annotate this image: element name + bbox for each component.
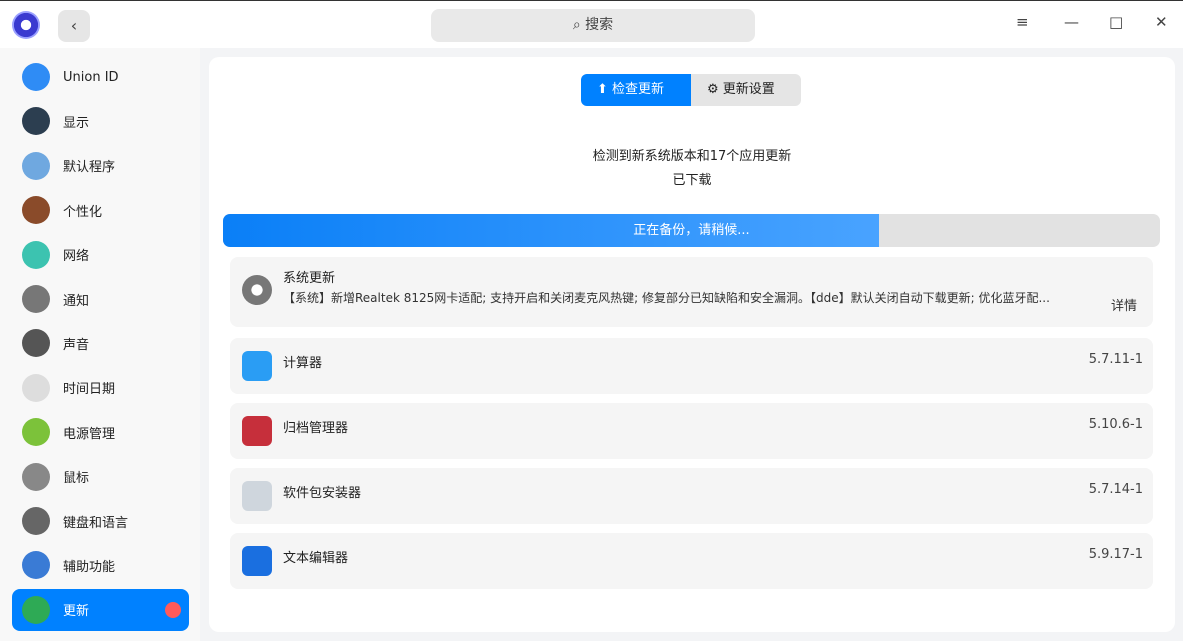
tab-update-settings[interactable]: ⚙ 更新设置 <box>691 74 801 106</box>
app-name: 文本编辑器 <box>283 551 349 566</box>
back-button[interactable]: ‹ <box>58 10 90 42</box>
sidebar-item-label: 键盘和语言 <box>63 515 129 531</box>
app-name: 归档管理器 <box>283 421 349 436</box>
progress-bar: 正在备份，请稍候... <box>223 214 1160 247</box>
sidebar: Union ID 显示默认程序个性化网络通知声音时间日期电源管理鼠标键盘和语言辅助… <box>0 48 200 641</box>
tab-check-updates[interactable]: ⬆ 检查更新 <box>581 74 691 106</box>
system-update-description: 【系统】新增Realtek 8125网卡适配; 支持开启和关闭麦克风热键; 修复… <box>283 291 1050 305</box>
app-update-row: 文本编辑器 5.9.17-1 <box>230 533 1153 589</box>
sidebar-item-icon <box>22 595 50 624</box>
sidebar-item-label: 默认程序 <box>63 160 116 176</box>
app-icon <box>242 546 272 576</box>
app-name: 计算器 <box>283 356 323 371</box>
app-version: 5.9.17-1 <box>1088 547 1143 562</box>
sidebar-item-icon <box>22 329 50 358</box>
system-update-title: 系统更新 <box>283 271 336 286</box>
progress-label: 正在备份，请稍候... <box>633 223 750 238</box>
sidebar-item-label: 辅助功能 <box>63 559 116 575</box>
details-link[interactable]: 详情 <box>1111 295 1137 314</box>
gear-icon: ⚙ <box>707 82 723 97</box>
app-version: 5.10.6-1 <box>1088 417 1143 432</box>
sidebar-item-label: 通知 <box>63 293 90 309</box>
sidebar-item-label: 个性化 <box>63 204 103 220</box>
sidebar-item-icon <box>22 107 50 136</box>
sidebar-item[interactable]: 鼠标 <box>12 456 189 498</box>
sidebar-item-icon <box>22 462 50 491</box>
sidebar-item-label: 声音 <box>63 337 90 353</box>
sidebar-item[interactable]: 网络 <box>12 234 189 276</box>
sidebar-item-label: 更新 <box>63 604 90 620</box>
sidebar-item[interactable]: 默认程序 <box>12 145 189 187</box>
sidebar-item[interactable]: 更新 <box>12 588 189 631</box>
app-update-row: 软件包安装器 5.7.14-1 <box>230 468 1153 524</box>
close-button[interactable]: ✕ <box>1155 13 1168 31</box>
sidebar-item[interactable]: 时间日期 <box>12 367 189 409</box>
search-input[interactable]: ⌕ 搜索 <box>431 9 755 42</box>
sidebar-item-label: 显示 <box>63 115 90 131</box>
sidebar-item-icon <box>22 418 50 447</box>
sidebar-item-label: 网络 <box>63 249 90 265</box>
app-version: 5.7.11-1 <box>1088 352 1143 367</box>
sidebar-item-label: 时间日期 <box>63 382 116 398</box>
sidebar-item[interactable]: 声音 <box>12 322 189 364</box>
sidebar-item-label: 电源管理 <box>63 426 116 442</box>
sidebar-item[interactable]: 通知 <box>12 278 189 320</box>
notification-badge <box>165 601 181 618</box>
sidebar-item-label: 鼠标 <box>63 471 90 487</box>
sidebar-item-icon <box>22 285 50 313</box>
sidebar-item[interactable]: 个性化 <box>12 189 189 231</box>
sidebar-item[interactable]: 显示 <box>12 100 189 142</box>
app-update-row: 计算器 5.7.11-1 <box>230 338 1153 394</box>
tab-label: 检查更新 <box>612 82 665 97</box>
sidebar-item-icon <box>22 507 50 535</box>
app-icon <box>242 481 272 511</box>
upload-icon: ⬆ <box>597 82 613 97</box>
system-update-row: 系统更新 【系统】新增Realtek 8125网卡适配; 支持开启和关闭麦克风热… <box>230 257 1153 327</box>
status-text: 检测到新系统版本和17个应用更新 <box>592 149 792 164</box>
app-logo-icon <box>12 11 40 39</box>
app-icon <box>242 351 272 381</box>
download-status: 已下载 <box>672 173 712 188</box>
app-update-row: 归档管理器 5.10.6-1 <box>230 403 1153 459</box>
sidebar-item[interactable]: Union ID <box>12 56 189 98</box>
app-icon <box>242 416 272 446</box>
sidebar-item-label: Union ID <box>63 69 119 85</box>
settings-gear-icon <box>242 275 272 305</box>
sidebar-item-icon <box>22 240 50 269</box>
minimize-button[interactable]: — <box>1064 13 1079 31</box>
app-version: 5.7.14-1 <box>1088 482 1143 497</box>
tab-label: 更新设置 <box>722 82 775 97</box>
title-bar: ‹ ⌕ 搜索 ≡ — □ ✕ <box>0 0 1183 48</box>
search-icon: ⌕ <box>572 17 586 33</box>
sidebar-item-icon <box>22 63 50 91</box>
sidebar-item-icon <box>22 151 50 180</box>
sidebar-item[interactable]: 键盘和语言 <box>12 500 189 542</box>
sidebar-item-icon <box>22 551 50 580</box>
menu-button[interactable]: ≡ <box>1016 13 1029 31</box>
maximize-button[interactable]: □ <box>1109 13 1123 31</box>
app-name: 软件包安装器 <box>283 486 362 501</box>
sidebar-item-icon <box>22 196 50 225</box>
sidebar-item-icon <box>22 373 50 402</box>
update-panel: ⬆ 检查更新 ⚙ 更新设置 检测到新系统版本和17个应用更新 已下载 正在备份，… <box>209 57 1175 632</box>
sidebar-item[interactable]: 辅助功能 <box>12 544 189 586</box>
search-placeholder: 搜索 <box>585 17 614 33</box>
sidebar-item[interactable]: 电源管理 <box>12 411 189 453</box>
